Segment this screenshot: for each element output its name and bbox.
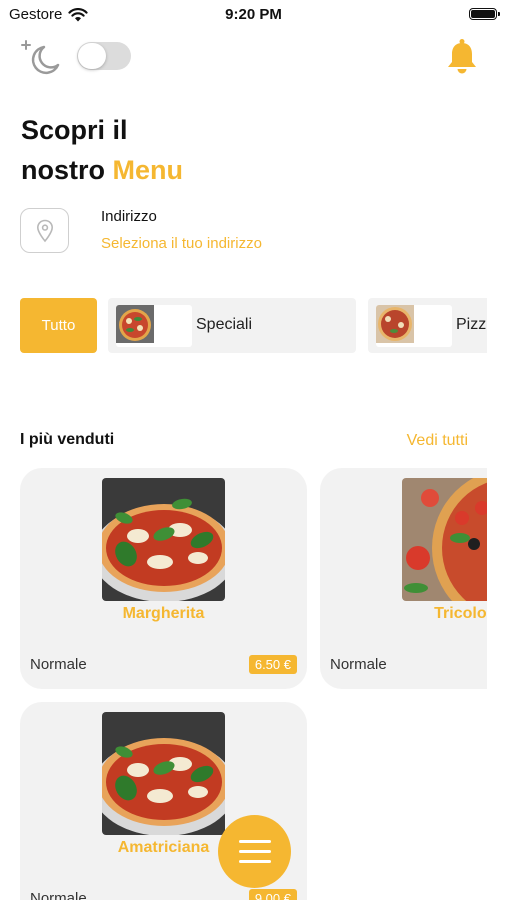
location-button[interactable] <box>20 208 69 253</box>
product-size: Normale <box>30 890 87 900</box>
category-label: Speciali <box>196 316 253 333</box>
product-image <box>102 712 225 835</box>
clock: 9:20 PM <box>225 6 282 23</box>
product-name: Margherita <box>122 605 205 622</box>
status-bar: Gestore 9:20 PM <box>0 0 507 30</box>
bell-icon[interactable] <box>445 38 479 76</box>
menu-button[interactable] <box>218 815 291 888</box>
product-name: Tricolor <box>434 605 487 622</box>
address-label: Indirizzo <box>101 208 157 225</box>
title-line-2: nostro Menu <box>21 150 183 190</box>
menu-icon <box>238 840 271 843</box>
title-line-1: Scopri il <box>21 115 128 145</box>
category-thumbnail <box>116 305 192 347</box>
menu-icon <box>238 860 271 863</box>
see-all-link[interactable]: Vedi tutti <box>407 432 468 450</box>
product-price: 6.50 € <box>248 655 297 674</box>
category-specials[interactable]: Speciali <box>108 298 356 353</box>
battery-icon <box>469 8 500 20</box>
product-card[interactable]: Tricolor Normale <box>320 468 487 689</box>
product-card[interactable]: Margherita Normale 6.50 € <box>20 468 307 689</box>
title-prefix: nostro <box>21 155 105 185</box>
page-title: Scopri il nostro Menu <box>21 110 183 190</box>
select-address-link[interactable]: Seleziona il tuo indirizzo <box>101 235 262 252</box>
category-pizza[interactable]: Pizz <box>368 298 487 353</box>
location-pin-icon <box>36 219 53 242</box>
toggle-knob <box>78 43 106 69</box>
category-list: Tutto Speciali Pizz <box>20 297 487 355</box>
menu-icon <box>238 850 271 853</box>
product-price: 9.00 € <box>248 889 297 900</box>
product-image <box>402 478 487 601</box>
category-thumbnail <box>376 305 452 347</box>
product-size: Normale <box>330 656 387 673</box>
address-selector[interactable]: Indirizzo Seleziona il tuo indirizzo <box>20 208 490 256</box>
title-accent: Menu <box>112 155 184 185</box>
section-title: I più venduti <box>20 431 115 448</box>
category-all[interactable]: Tutto <box>20 298 97 353</box>
top-bar <box>0 36 507 86</box>
product-image <box>102 478 225 601</box>
category-label: Pizz <box>456 316 487 333</box>
moon-icon <box>21 40 60 75</box>
dark-mode-toggle[interactable] <box>77 42 131 70</box>
product-size: Normale <box>30 656 87 673</box>
